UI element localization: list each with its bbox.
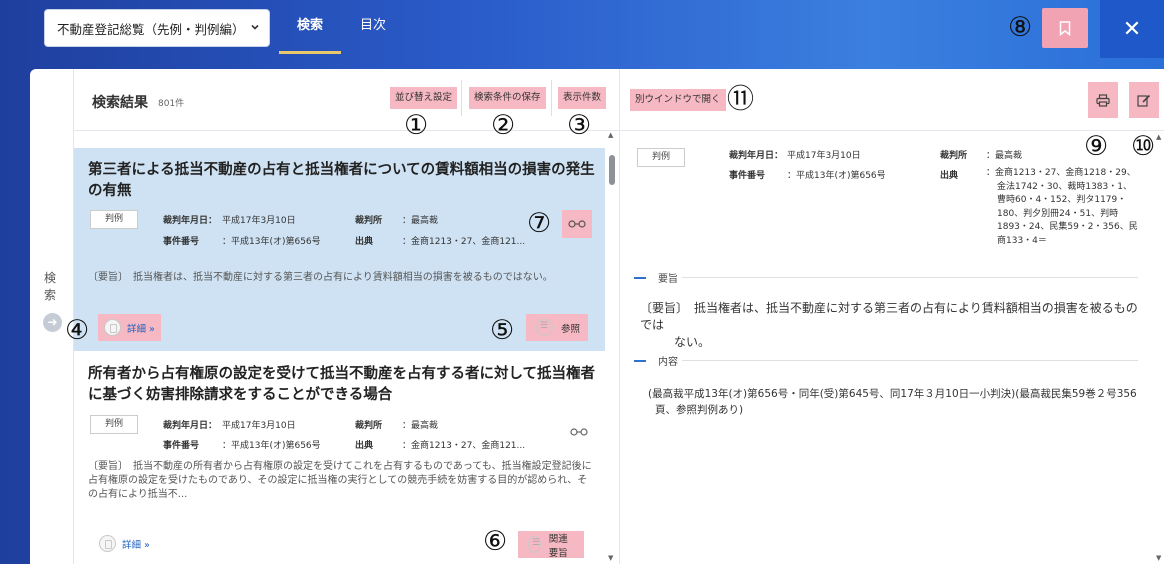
- date-label: 裁判年月日：: [163, 216, 218, 226]
- detail-court-value: ：最高裁: [986, 151, 1023, 161]
- detail-link-label: 詳細 »: [122, 539, 150, 551]
- tab-toc[interactable]: 目次: [360, 0, 386, 52]
- detail-case-label: 事件番号: [729, 171, 766, 181]
- source-label: 出典: [355, 441, 374, 451]
- annotation-8: ⑧: [1008, 12, 1033, 43]
- document-icon: [99, 535, 116, 552]
- detail-scroll-down-icon[interactable]: ▼: [1156, 554, 1161, 562]
- case-label: 事件番号: [163, 237, 200, 247]
- detail-link[interactable]: 詳細 »: [99, 535, 150, 552]
- reference-label: 参照: [561, 323, 581, 335]
- summary-heading: 要旨: [634, 270, 678, 285]
- scroll-down-arrow-icon[interactable]: ▼: [608, 554, 613, 562]
- document-icon: [104, 319, 121, 336]
- scroll-up-arrow-icon[interactable]: ▲: [608, 131, 613, 139]
- annotation-9: ⑨: [1084, 131, 1109, 162]
- result-title[interactable]: 第三者による抵当不動産の占有と抵当権者についての賃料額相当の損害の発生の有無: [88, 160, 596, 202]
- results-scrollbar[interactable]: [606, 131, 620, 564]
- date-value: 平成17年3月10日: [222, 421, 296, 431]
- court-label: 裁判所: [355, 216, 383, 226]
- print-icon: [1096, 93, 1110, 107]
- preview-button[interactable]: [562, 210, 592, 238]
- case-value: ：平成13年(オ)第656号: [222, 441, 321, 451]
- detail-source-label: 出典: [940, 171, 959, 181]
- edit-button[interactable]: [1129, 82, 1159, 118]
- detail-type-tag: 判例: [637, 148, 685, 167]
- annotation-3: ③: [567, 110, 592, 141]
- annotation-6: ⑥: [483, 526, 508, 557]
- court-value: ：最高裁: [402, 216, 439, 226]
- source-value: ：金商1213・27、金商121...: [402, 237, 526, 247]
- close-button[interactable]: ✕: [1100, 0, 1164, 58]
- related-summary-button[interactable]: 関連要旨: [518, 531, 584, 559]
- court-label: 裁判所: [355, 421, 383, 431]
- type-tag: 判例: [90, 210, 138, 229]
- detail-court-label: 裁判所: [940, 151, 968, 161]
- header-divider: [461, 80, 462, 116]
- detail-summary: 〔要旨〕 抵当権者は、抵当不動産に対する第三者の占有により賃料額相当の損害を被る…: [640, 301, 1138, 349]
- case-label: 事件番号: [163, 441, 200, 451]
- result-title[interactable]: 所有者から占有権原の設定を受けて抵当不動産を占有する者に対して抵当権者に基づく妨…: [88, 364, 596, 406]
- source-value: ：金商1213・27、金商121...: [402, 441, 526, 451]
- book-select[interactable]: 不動産登記総覧（先例・判例編）: [44, 9, 270, 47]
- content-heading: 内容: [634, 353, 678, 368]
- chevron-down-icon: [250, 22, 260, 35]
- date-label: 裁判年月日：: [163, 421, 218, 431]
- top-bar: 不動産登記総覧（先例・判例編） 検索 目次 ✕: [0, 0, 1164, 58]
- list-icon: [528, 536, 541, 553]
- court-value: ：最高裁: [402, 421, 439, 431]
- display-count-button[interactable]: 表示件数: [558, 87, 607, 109]
- detail-date-label: 裁判年月日：: [729, 151, 784, 161]
- edit-icon: [1137, 94, 1151, 107]
- detail-source-value: ：金商1213・27、金商1218・29、 金法1742・30、裁時1383・1…: [986, 168, 1138, 246]
- detail-case-value: ：平成13年(オ)第656号: [787, 171, 886, 181]
- annotation-4: ④: [65, 315, 90, 346]
- annotation-11: ⑪: [727, 84, 754, 115]
- result-summary: 〔要旨〕 抵当不動産の所有者から占有権原の設定を受けてこれを占有するものであって…: [88, 461, 592, 500]
- detail-content: (最高裁平成13年(オ)第656号・同年(受)第645号、同17年３月10日一小…: [648, 388, 1137, 416]
- summary-divider: [682, 277, 1138, 278]
- results-title: 検索結果: [92, 95, 148, 111]
- annotation-5: ⑤: [490, 315, 515, 346]
- list-icon: [536, 319, 553, 336]
- book-select-value: 不動産登記総覧（先例・判例編）: [57, 21, 245, 37]
- date-value: 平成17年3月10日: [222, 216, 296, 226]
- header-divider: [551, 80, 552, 116]
- type-tag: 判例: [90, 415, 138, 434]
- annotation-2: ②: [491, 110, 516, 141]
- content-divider: [682, 360, 1138, 361]
- scroll-thumb[interactable]: [609, 155, 615, 185]
- side-search-label: 検索: [44, 271, 57, 302]
- glasses-icon: [568, 220, 586, 228]
- annotation-10: ⑩: [1131, 131, 1156, 162]
- result-summary: 〔要旨〕 抵当権者は、抵当不動産に対する第三者の占有により賃料額相当の損害を被る…: [88, 272, 553, 283]
- detail-link[interactable]: 詳細 »: [98, 314, 161, 341]
- bookmark-icon: [1059, 20, 1071, 36]
- print-button[interactable]: [1088, 82, 1118, 118]
- related-summary-label: 関連要旨: [548, 533, 568, 559]
- source-label: 出典: [355, 237, 374, 247]
- bookmark-button[interactable]: [1042, 8, 1088, 48]
- results-count: 801件: [158, 99, 185, 109]
- sort-settings-button[interactable]: 並び替え設定: [390, 87, 458, 109]
- glasses-icon[interactable]: [570, 425, 588, 439]
- annotation-1: ①: [404, 110, 429, 141]
- arrow-right-icon[interactable]: ➜: [43, 313, 62, 332]
- save-search-button[interactable]: 検索条件の保存: [469, 87, 546, 109]
- reference-button[interactable]: 参照: [526, 314, 588, 341]
- detail-date-value: 平成17年3月10日: [787, 151, 861, 161]
- annotation-7: ⑦: [527, 208, 552, 239]
- detail-link-label: 詳細 »: [127, 323, 155, 335]
- detail-scroll-up-icon[interactable]: ▲: [1156, 133, 1161, 141]
- close-icon: ✕: [1122, 16, 1142, 42]
- case-value: ：平成13年(オ)第656号: [222, 237, 321, 247]
- open-new-window-button[interactable]: 別ウインドウで開く: [630, 89, 726, 111]
- tab-search[interactable]: 検索: [278, 0, 342, 54]
